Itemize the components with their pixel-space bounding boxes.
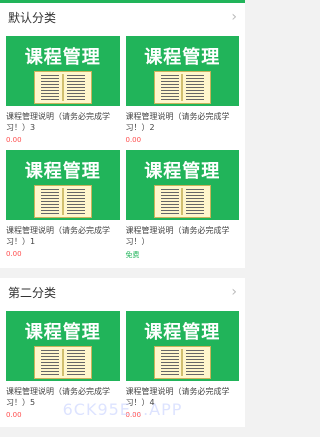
course-card[interactable]: 课程管理 课程管理说明（请务必完成学习！）4 0.00 [125, 311, 239, 419]
course-grid-second: 课程管理 课程管理说明（请务必完成学习！）5 0.00 课程管理 课程管理说明（… [0, 306, 245, 427]
chevron-right-icon[interactable]: › [231, 9, 237, 25]
course-price: 0.00 [125, 136, 142, 144]
course-price: 0.00 [125, 411, 142, 419]
course-price: 0.00 [6, 136, 22, 144]
thumbnail-title: 课程管理 [24, 161, 101, 182]
course-price: 0.00 [6, 411, 22, 419]
course-grid-default: 课程管理 课程管理说明（请务必完成学习！）3 0.00 课程管理 课程管理说明（… [0, 31, 245, 268]
book-icon [34, 346, 92, 379]
course-title: 课程管理说明（请务必完成学习！） [125, 226, 230, 246]
course-thumbnail[interactable]: 课程管理 [125, 150, 239, 220]
course-thumbnail[interactable]: 课程管理 [6, 150, 120, 220]
book-icon [153, 346, 211, 379]
book-icon [34, 185, 92, 218]
thumbnail-title: 课程管理 [24, 47, 101, 68]
course-title: 课程管理说明（请务必完成学习！）2 [125, 112, 230, 132]
thumbnail-title: 课程管理 [144, 47, 221, 68]
course-card[interactable]: 课程管理 课程管理说明（请务必完成学习！）5 0.00 [6, 311, 120, 419]
course-title: 课程管理说明（请务必完成学习！）1 [6, 226, 110, 246]
course-title: 课程管理说明（请务必完成学习！）4 [125, 387, 230, 407]
course-card[interactable]: 课程管理 课程管理说明（请务必完成学习！）3 0.00 [6, 36, 120, 144]
chevron-right-icon[interactable]: › [231, 284, 237, 300]
section-title: 第二分类 [8, 285, 57, 300]
course-thumbnail[interactable]: 课程管理 [6, 311, 120, 381]
course-title: 课程管理说明（请务必完成学习！）3 [6, 112, 110, 132]
section-divider [0, 268, 245, 278]
course-thumbnail[interactable]: 课程管理 [125, 36, 239, 106]
thumbnail-title: 课程管理 [144, 161, 221, 182]
book-icon [153, 185, 211, 218]
section-header-second[interactable]: 第二分类 › [0, 278, 245, 306]
thumbnail-title: 课程管理 [24, 322, 101, 343]
course-card[interactable]: 课程管理 课程管理说明（请务必完成学习！） 免费 [125, 150, 239, 260]
book-icon [153, 71, 211, 104]
course-card[interactable]: 课程管理 课程管理说明（请务必完成学习！）2 0.00 [125, 36, 239, 144]
section-title: 默认分类 [8, 10, 57, 25]
course-price-free: 免费 [125, 251, 140, 259]
course-card[interactable]: 课程管理 课程管理说明（请务必完成学习！）1 0.00 [6, 150, 120, 260]
thumbnail-title: 课程管理 [144, 322, 221, 343]
section-header-default[interactable]: 默认分类 › [0, 3, 245, 31]
course-price: 0.00 [6, 250, 22, 258]
course-thumbnail[interactable]: 课程管理 [6, 36, 120, 106]
book-icon [34, 71, 92, 104]
course-title: 课程管理说明（请务必完成学习！）5 [6, 387, 110, 407]
course-thumbnail[interactable]: 课程管理 [125, 311, 239, 381]
